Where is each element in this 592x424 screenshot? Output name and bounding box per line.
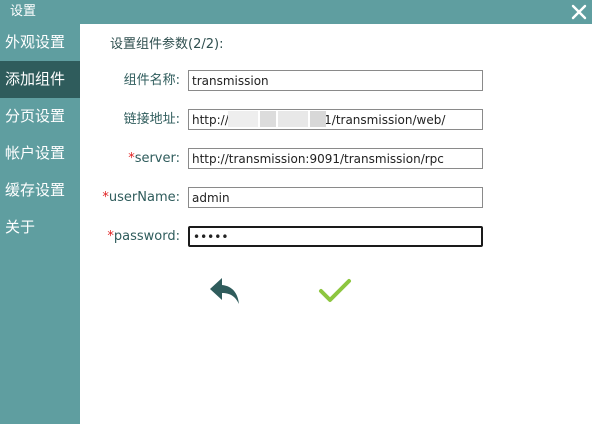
form-row-server: *server: <box>80 148 592 170</box>
window-title: 设置 <box>10 4 37 19</box>
reply-arrow-icon <box>210 278 239 304</box>
password-label: *password: <box>107 229 180 244</box>
form-row-link-url: 链接地址: <box>80 109 592 131</box>
sidebar-item-cache[interactable]: 缓存设置 <box>0 172 80 209</box>
checkmark-icon <box>319 279 351 302</box>
server-input[interactable] <box>188 148 483 169</box>
close-icon <box>571 4 587 20</box>
redacted-region <box>310 111 326 127</box>
form-row-username: *userName: <box>80 187 592 209</box>
password-input[interactable] <box>188 226 483 247</box>
link-url-label: 链接地址: <box>123 112 180 127</box>
sidebar-item-appearance[interactable]: 外观设置 <box>0 24 80 61</box>
redacted-region <box>260 111 276 127</box>
settings-window: 设置 外观设置 添加组件 分页设置 帐户设置 缓存设置 关于 设置组件参数(2/… <box>0 0 592 424</box>
back-button[interactable] <box>208 276 242 310</box>
page-title: 设置组件参数(2/2): <box>110 37 224 52</box>
redacted-region <box>228 111 258 127</box>
sidebar-item-about[interactable]: 关于 <box>0 209 80 246</box>
form-row-password: *password: <box>80 226 592 248</box>
confirm-button[interactable] <box>318 277 352 309</box>
main-panel: 设置组件参数(2/2): 组件名称: 链接地址: *server: *userN… <box>80 24 592 424</box>
username-input[interactable] <box>188 187 483 208</box>
server-label: *server: <box>128 151 180 166</box>
close-button[interactable] <box>568 0 590 24</box>
widget-name-label: 组件名称: <box>123 73 180 88</box>
sidebar-item-paging[interactable]: 分页设置 <box>0 98 80 135</box>
sidebar: 外观设置 添加组件 分页设置 帐户设置 缓存设置 关于 <box>0 24 80 424</box>
username-label: *userName: <box>102 190 180 205</box>
sidebar-item-account[interactable]: 帐户设置 <box>0 135 80 172</box>
widget-name-input[interactable] <box>188 70 483 91</box>
sidebar-item-add-widget[interactable]: 添加组件 <box>0 61 80 98</box>
title-bar: 设置 <box>0 0 592 24</box>
form-row-widget-name: 组件名称: <box>80 70 592 92</box>
redacted-region <box>278 111 308 127</box>
